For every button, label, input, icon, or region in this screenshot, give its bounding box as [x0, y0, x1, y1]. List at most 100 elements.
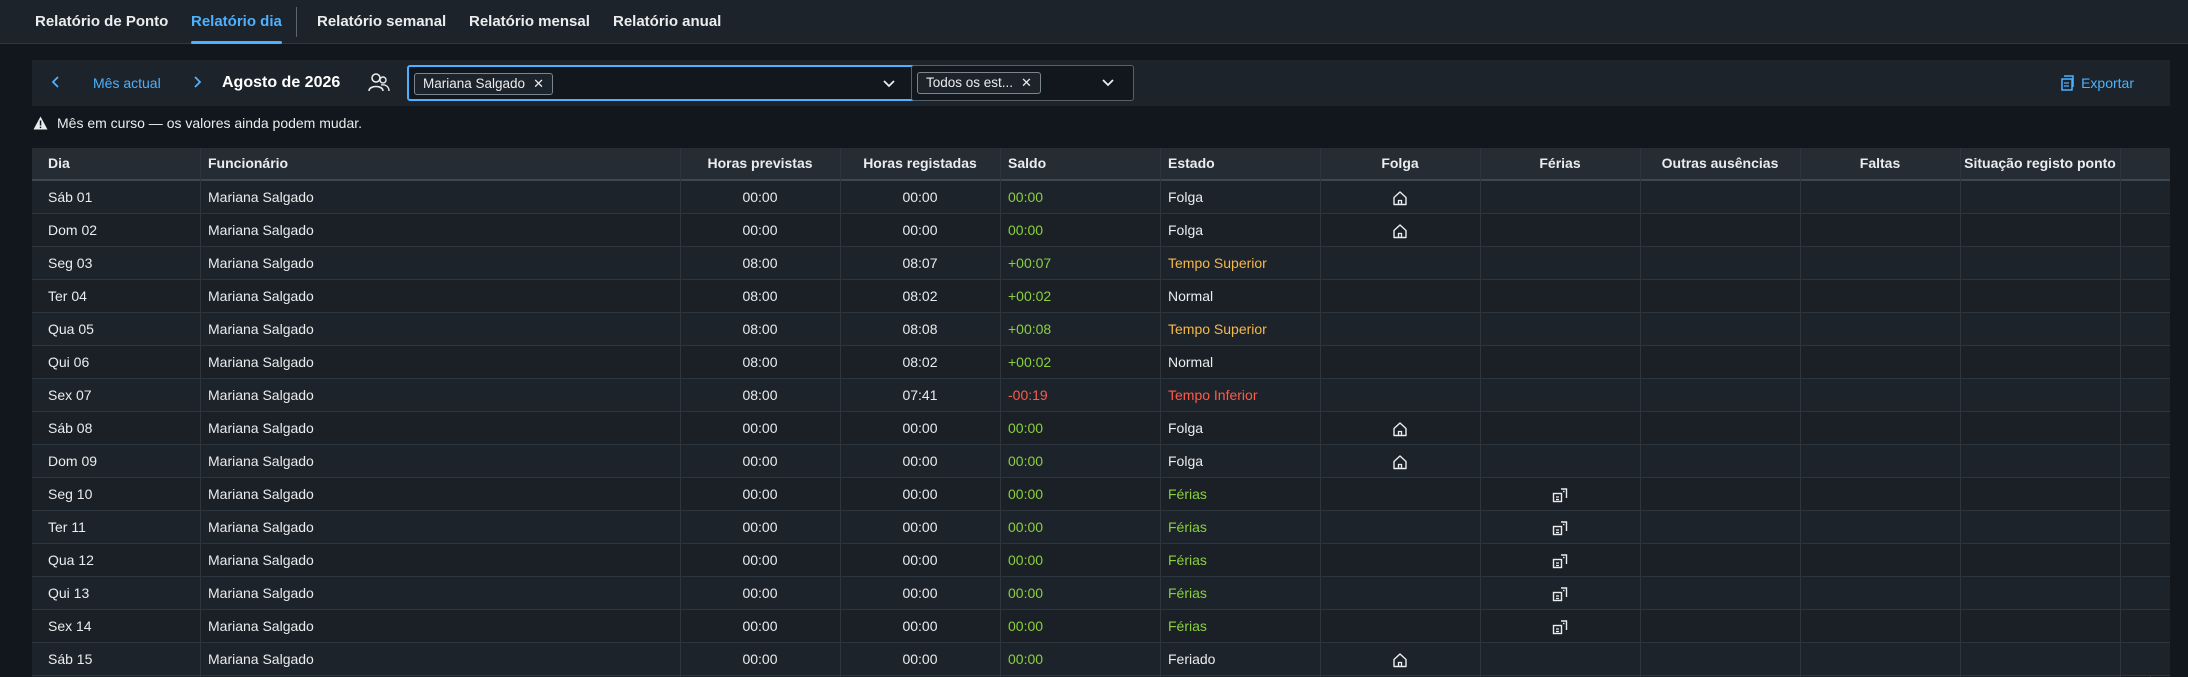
- table-row[interactable]: Sex 07 Mariana Salgado 08:00 07:41 -00:19 Tem…: [32, 379, 2170, 412]
- cell-funcionario: Mariana Salgado: [208, 486, 314, 502]
- column-divider: [1160, 148, 1161, 677]
- cell-horas-previstas: 00:00: [742, 618, 778, 634]
- cell-funcionario: Mariana Salgado: [208, 618, 314, 634]
- cell-saldo: 00:00: [1008, 453, 1044, 469]
- cell-estado: Folga: [1168, 453, 1204, 469]
- export-icon: [2061, 75, 2074, 91]
- column-header-estado[interactable]: Estado: [1168, 148, 1318, 179]
- column-divider: [840, 148, 841, 677]
- cell-saldo: 00:00: [1008, 552, 1044, 568]
- cell-funcionario: Mariana Salgado: [208, 453, 314, 469]
- cell-funcionario: Mariana Salgado: [208, 354, 314, 370]
- column-header-funcionario[interactable]: Funcionário: [208, 148, 508, 179]
- column-header-dia[interactable]: Dia: [48, 148, 198, 179]
- table-row[interactable]: Qui 06 Mariana Salgado 08:00 08:02 +00:02 Nor…: [32, 346, 2170, 379]
- tab-relatorio-mensal[interactable]: Relatório mensal: [469, 0, 590, 44]
- cell-funcionario: Mariana Salgado: [208, 321, 314, 337]
- cell-estado: Normal: [1168, 354, 1214, 370]
- column-divider: [1480, 148, 1481, 677]
- tab-relatorio-semanal[interactable]: Relatório semanal: [317, 0, 446, 44]
- table-row[interactable]: Sáb 08 Mariana Salgado 00:00 00:00 00:00 Folg…: [32, 412, 2170, 445]
- table-row[interactable]: Ter 04 Mariana Salgado 08:00 08:02 +00:02 Nor…: [32, 280, 2170, 313]
- cell-dia: Sex 07: [48, 387, 92, 403]
- tab-relatorio-anual[interactable]: Relatório anual: [613, 0, 721, 44]
- table-row[interactable]: Seg 03 Mariana Salgado 08:00 08:07 +00:07 Tem…: [32, 247, 2170, 280]
- table-row[interactable]: Qua 12 Mariana Salgado 00:00 00:00 00:00 Féri…: [32, 544, 2170, 577]
- cell-horas-registadas: 00:00: [902, 585, 938, 601]
- cell-dia: Sex 14: [48, 618, 92, 634]
- column-header-outras-ausencias[interactable]: Outras ausências: [1640, 148, 1800, 179]
- home-icon: [1320, 643, 1480, 676]
- cell-saldo: 00:00: [1008, 618, 1044, 634]
- cell-horas-registadas: 07:41: [902, 387, 938, 403]
- table-row[interactable]: Sáb 15 Mariana Salgado 00:00 00:00 00:00 Feri…: [32, 643, 2170, 676]
- cell-dia: Seg 03: [48, 255, 93, 271]
- cell-horas-registadas: 08:02: [902, 288, 938, 304]
- tab-relatorio-ponto[interactable]: Relatório de Ponto: [35, 0, 168, 44]
- next-month-button[interactable]: [186, 71, 208, 93]
- cell-funcionario: Mariana Salgado: [208, 255, 314, 271]
- cell-horas-registadas: 00:00: [902, 651, 938, 667]
- column-header-situacao[interactable]: Situação registo ponto: [1960, 148, 2120, 179]
- table-row[interactable]: Dom 09 Mariana Salgado 00:00 00:00 00:00 Folg…: [32, 445, 2170, 478]
- previous-month-button[interactable]: [45, 71, 67, 93]
- state-multi-combobox[interactable]: Todos os est... ✕: [911, 65, 1134, 101]
- cell-horas-registadas: 00:00: [902, 189, 938, 205]
- table-row[interactable]: Dom 02 Mariana Salgado 00:00 00:00 00:00 Folg…: [32, 214, 2170, 247]
- chevron-down-icon[interactable]: [880, 75, 898, 93]
- cell-horas-previstas: 08:00: [742, 321, 778, 337]
- cell-funcionario: Mariana Salgado: [208, 288, 314, 304]
- column-header-horas-registadas[interactable]: Horas registadas: [840, 148, 1000, 179]
- warning-text: Mês em curso — os valores ainda podem mu…: [57, 115, 363, 131]
- column-divider: [200, 148, 201, 677]
- cell-horas-registadas: 00:00: [902, 618, 938, 634]
- remove-token-icon[interactable]: ✕: [1021, 73, 1032, 93]
- cell-saldo: +00:07: [1008, 255, 1052, 271]
- employee-token[interactable]: Mariana Salgado ✕: [414, 73, 553, 95]
- cell-saldo: +00:02: [1008, 354, 1052, 370]
- column-header-faltas[interactable]: Faltas: [1800, 148, 1960, 179]
- cell-horas-registadas: 00:00: [902, 222, 938, 238]
- export-button[interactable]: Exportar: [2059, 60, 2134, 106]
- column-divider: [1320, 148, 1321, 677]
- cell-horas-registadas: 00:00: [902, 519, 938, 535]
- table-row[interactable]: Seg 10 Mariana Salgado 00:00 00:00 00:00 Féri…: [32, 478, 2170, 511]
- table-row[interactable]: Sáb 01 Mariana Salgado 00:00 00:00 00:00 Folg…: [32, 181, 2170, 214]
- state-token[interactable]: Todos os est... ✕: [917, 72, 1041, 94]
- report-tabs: Relatório de Ponto Relatório dia Relatór…: [0, 0, 2188, 44]
- cell-saldo: +00:08: [1008, 321, 1052, 337]
- current-month-link[interactable]: Mês actual: [93, 60, 161, 106]
- cell-estado: Férias: [1168, 519, 1207, 535]
- remove-token-icon[interactable]: ✕: [533, 74, 544, 94]
- chevron-right-icon: [194, 76, 202, 88]
- table-row[interactable]: Ter 11 Mariana Salgado 00:00 00:00 00:00 Féri…: [32, 511, 2170, 544]
- home-icon: [1320, 214, 1480, 247]
- cell-estado: Férias: [1168, 486, 1207, 502]
- column-header-ferias[interactable]: Férias: [1480, 148, 1640, 179]
- warning-icon: [33, 116, 48, 130]
- column-divider: [680, 148, 681, 677]
- cell-horas-previstas: 00:00: [742, 453, 778, 469]
- cell-estado: Folga: [1168, 189, 1204, 205]
- cell-funcionario: Mariana Salgado: [208, 189, 314, 205]
- table-row[interactable]: Qua 05 Mariana Salgado 08:00 08:08 +00:08 Tem…: [32, 313, 2170, 346]
- tab-relatorio-dia[interactable]: Relatório dia: [191, 0, 282, 44]
- table-row[interactable]: Sex 14 Mariana Salgado 00:00 00:00 00:00 Féri…: [32, 610, 2170, 643]
- chevron-down-icon[interactable]: [1099, 74, 1117, 92]
- cell-saldo: 00:00: [1008, 189, 1044, 205]
- cell-horas-previstas: 08:00: [742, 387, 778, 403]
- cell-estado: Tempo Superior: [1168, 255, 1267, 271]
- cell-funcionario: Mariana Salgado: [208, 552, 314, 568]
- table-row[interactable]: Qui 13 Mariana Salgado 00:00 00:00 00:00 Féri…: [32, 577, 2170, 610]
- cell-horas-registadas: 08:07: [902, 255, 938, 271]
- cell-horas-registadas: 08:08: [902, 321, 938, 337]
- cell-horas-registadas: 08:02: [902, 354, 938, 370]
- employee-multi-combobox[interactable]: Mariana Salgado ✕: [407, 65, 918, 101]
- home-icon: [1320, 412, 1480, 445]
- cell-dia: Qua 05: [48, 321, 94, 337]
- column-header-saldo[interactable]: Saldo: [1008, 148, 1158, 179]
- column-header-horas-previstas[interactable]: Horas previstas: [680, 148, 840, 179]
- employee-picker-button[interactable]: [366, 71, 392, 95]
- employee-token-label: Mariana Salgado: [423, 76, 526, 91]
- column-header-folga[interactable]: Folga: [1320, 148, 1480, 179]
